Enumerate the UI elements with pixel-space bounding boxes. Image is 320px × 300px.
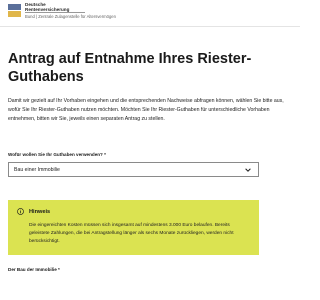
page-title-line1: Antrag auf Entnahme Ihres Riester- — [8, 51, 252, 67]
hint-text: Die eingereichten Kosten müssen sich ins… — [29, 223, 234, 244]
brand-subtitle: Bund | Zentrale Zulagenstelle für Alters… — [25, 14, 116, 19]
logo-top-bar — [8, 4, 21, 10]
brand-divider — [25, 12, 85, 13]
page-title: Antrag auf Entnahme Ihres Riester- Gutha… — [8, 50, 288, 86]
logo-bottom-bar — [8, 11, 21, 17]
hint-title: Hinweis — [29, 209, 51, 215]
intro-text: Damit wir gezielt auf Ihr Vorhaben einge… — [8, 98, 284, 122]
site-header: Deutsche Rentenversicherung Bund | Zentr… — [0, 0, 300, 27]
purpose-select[interactable]: Bau einer Immobilie — [8, 162, 259, 177]
purpose-field-label: Wofür wollen Sie Ihr Guthaben verwenden?… — [8, 152, 106, 157]
info-circle-icon — [17, 208, 24, 215]
hint-box: Hinweis Die eingereichten Kosten müssen … — [8, 200, 259, 255]
purpose-select-value: Bau einer Immobilie — [14, 167, 60, 173]
construction-field-label: Der Bau der Immobilie * — [8, 267, 60, 272]
chevron-down-icon — [245, 168, 251, 172]
page-title-line2: Guthabens — [8, 69, 84, 85]
drv-logo[interactable] — [8, 4, 21, 17]
